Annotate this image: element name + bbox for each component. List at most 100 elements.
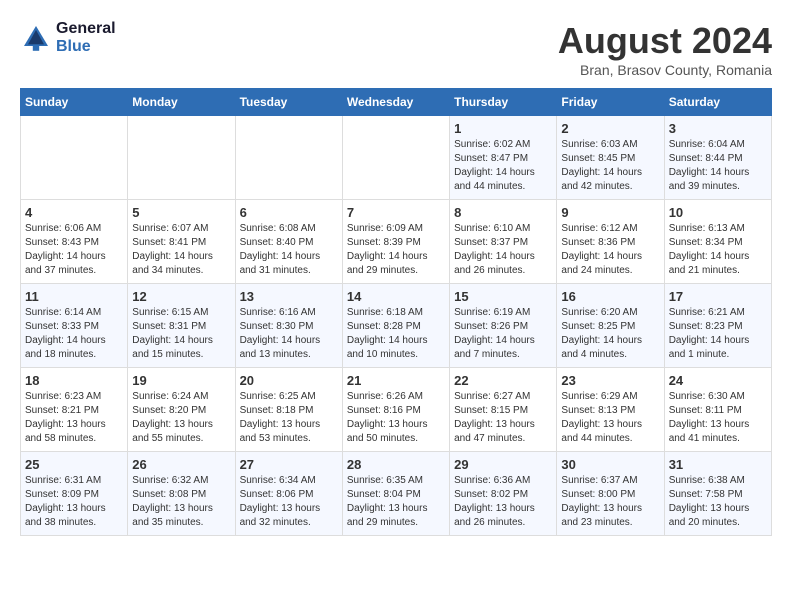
cell-content: Sunrise: 6:18 AM Sunset: 8:28 PM Dayligh… bbox=[347, 306, 445, 362]
cell-content: Sunrise: 6:14 AM Sunset: 8:33 PM Dayligh… bbox=[25, 306, 123, 362]
cell-content: Sunrise: 6:25 AM Sunset: 8:18 PM Dayligh… bbox=[240, 390, 338, 446]
day-number: 9 bbox=[561, 205, 659, 220]
calendar-cell-0-3 bbox=[342, 116, 449, 200]
day-number: 17 bbox=[669, 289, 767, 304]
calendar-cell-3-3: 21 Sunrise: 6:26 AM Sunset: 8:16 PM Dayli… bbox=[342, 368, 449, 452]
calendar-cell-4-1: 26 Sunrise: 6:32 AM Sunset: 8:08 PM Dayli… bbox=[128, 452, 235, 536]
week-row-1: 1 Sunrise: 6:02 AM Sunset: 8:47 PM Daylig… bbox=[21, 116, 772, 200]
calendar-cell-4-2: 27 Sunrise: 6:34 AM Sunset: 8:06 PM Dayli… bbox=[235, 452, 342, 536]
cell-content: Sunrise: 6:31 AM Sunset: 8:09 PM Dayligh… bbox=[25, 474, 123, 530]
logo: General Blue bbox=[20, 20, 116, 55]
day-number: 26 bbox=[132, 457, 230, 472]
calendar-cell-1-0: 4 Sunrise: 6:06 AM Sunset: 8:43 PM Daylig… bbox=[21, 200, 128, 284]
calendar-cell-2-3: 14Sunrise: 6:18 AM Sunset: 8:28 PM Dayli… bbox=[342, 284, 449, 368]
calendar-cell-2-1: 12Sunrise: 6:15 AM Sunset: 8:31 PM Dayli… bbox=[128, 284, 235, 368]
calendar-cell-3-2: 20Sunrise: 6:25 AM Sunset: 8:18 PM Dayli… bbox=[235, 368, 342, 452]
day-number: 7 bbox=[347, 205, 445, 220]
day-number: 28 bbox=[347, 457, 445, 472]
cell-content: Sunrise: 6:10 AM Sunset: 8:37 PM Dayligh… bbox=[454, 222, 552, 278]
day-number: 10 bbox=[669, 205, 767, 220]
calendar-cell-2-4: 15Sunrise: 6:19 AM Sunset: 8:26 PM Dayli… bbox=[450, 284, 557, 368]
cell-content: Sunrise: 6:08 AM Sunset: 8:40 PM Dayligh… bbox=[240, 222, 338, 278]
cell-content: Sunrise: 6:24 AM Sunset: 8:20 PM Dayligh… bbox=[132, 390, 230, 446]
day-number: 22 bbox=[454, 373, 552, 388]
header-row: Sunday Monday Tuesday Wednesday Thursday… bbox=[21, 89, 772, 116]
day-number: 3 bbox=[669, 121, 767, 136]
cell-content: Sunrise: 6:09 AM Sunset: 8:39 PM Dayligh… bbox=[347, 222, 445, 278]
calendar-cell-4-0: 25 Sunrise: 6:31 AM Sunset: 8:09 PM Dayli… bbox=[21, 452, 128, 536]
calendar-cell-0-0 bbox=[21, 116, 128, 200]
cell-content: Sunrise: 6:04 AM Sunset: 8:44 PM Dayligh… bbox=[669, 138, 767, 194]
calendar-cell-0-6: 3 Sunrise: 6:04 AM Sunset: 8:44 PM Daylig… bbox=[664, 116, 771, 200]
cell-content: Sunrise: 6:35 AM Sunset: 8:04 PM Dayligh… bbox=[347, 474, 445, 530]
header-wednesday: Wednesday bbox=[342, 89, 449, 116]
header-sunday: Sunday bbox=[21, 89, 128, 116]
cell-content: Sunrise: 6:34 AM Sunset: 8:06 PM Dayligh… bbox=[240, 474, 338, 530]
cell-content: Sunrise: 6:13 AM Sunset: 8:34 PM Dayligh… bbox=[669, 222, 767, 278]
calendar-cell-4-4: 29Sunrise: 6:36 AM Sunset: 8:02 PM Dayli… bbox=[450, 452, 557, 536]
cell-content: Sunrise: 6:29 AM Sunset: 8:13 PM Dayligh… bbox=[561, 390, 659, 446]
cell-content: Sunrise: 6:27 AM Sunset: 8:15 PM Dayligh… bbox=[454, 390, 552, 446]
cell-content: Sunrise: 6:16 AM Sunset: 8:30 PM Dayligh… bbox=[240, 306, 338, 362]
calendar-cell-4-5: 30Sunrise: 6:37 AM Sunset: 8:00 PM Dayli… bbox=[557, 452, 664, 536]
cell-content: Sunrise: 6:07 AM Sunset: 8:41 PM Dayligh… bbox=[132, 222, 230, 278]
logo-blue: Blue bbox=[56, 38, 116, 56]
calendar-cell-1-2: 6 Sunrise: 6:08 AM Sunset: 8:40 PM Daylig… bbox=[235, 200, 342, 284]
cell-content: Sunrise: 6:26 AM Sunset: 8:16 PM Dayligh… bbox=[347, 390, 445, 446]
week-row-2: 4 Sunrise: 6:06 AM Sunset: 8:43 PM Daylig… bbox=[21, 200, 772, 284]
cell-content: Sunrise: 6:02 AM Sunset: 8:47 PM Dayligh… bbox=[454, 138, 552, 194]
day-number: 31 bbox=[669, 457, 767, 472]
day-number: 27 bbox=[240, 457, 338, 472]
cell-content: Sunrise: 6:12 AM Sunset: 8:36 PM Dayligh… bbox=[561, 222, 659, 278]
cell-content: Sunrise: 6:19 AM Sunset: 8:26 PM Dayligh… bbox=[454, 306, 552, 362]
calendar-cell-3-1: 19 Sunrise: 6:24 AM Sunset: 8:20 PM Dayli… bbox=[128, 368, 235, 452]
day-number: 25 bbox=[25, 457, 123, 472]
day-number: 24 bbox=[669, 373, 767, 388]
page-header: General Blue August 2024 Bran, Brasov Co… bbox=[20, 20, 772, 78]
day-number: 6 bbox=[240, 205, 338, 220]
day-number: 8 bbox=[454, 205, 552, 220]
day-number: 4 bbox=[25, 205, 123, 220]
cell-content: Sunrise: 6:03 AM Sunset: 8:45 PM Dayligh… bbox=[561, 138, 659, 194]
calendar-cell-1-1: 5Sunrise: 6:07 AM Sunset: 8:41 PM Daylig… bbox=[128, 200, 235, 284]
day-number: 16 bbox=[561, 289, 659, 304]
logo-icon bbox=[20, 22, 52, 54]
calendar-cell-2-6: 17Sunrise: 6:21 AM Sunset: 8:23 PM Dayli… bbox=[664, 284, 771, 368]
calendar-cell-0-2 bbox=[235, 116, 342, 200]
location-subtitle: Bran, Brasov County, Romania bbox=[558, 62, 772, 78]
day-number: 21 bbox=[347, 373, 445, 388]
cell-content: Sunrise: 6:20 AM Sunset: 8:25 PM Dayligh… bbox=[561, 306, 659, 362]
header-tuesday: Tuesday bbox=[235, 89, 342, 116]
title-section: August 2024 Bran, Brasov County, Romania bbox=[558, 20, 772, 78]
day-number: 18 bbox=[25, 373, 123, 388]
week-row-4: 18 Sunrise: 6:23 AM Sunset: 8:21 PM Dayli… bbox=[21, 368, 772, 452]
calendar-cell-1-5: 9 Sunrise: 6:12 AM Sunset: 8:36 PM Daylig… bbox=[557, 200, 664, 284]
header-friday: Friday bbox=[557, 89, 664, 116]
calendar-cell-0-5: 2Sunrise: 6:03 AM Sunset: 8:45 PM Daylig… bbox=[557, 116, 664, 200]
day-number: 19 bbox=[132, 373, 230, 388]
month-year-title: August 2024 bbox=[558, 20, 772, 62]
calendar-cell-3-5: 23Sunrise: 6:29 AM Sunset: 8:13 PM Dayli… bbox=[557, 368, 664, 452]
calendar-cell-3-0: 18 Sunrise: 6:23 AM Sunset: 8:21 PM Dayli… bbox=[21, 368, 128, 452]
cell-content: Sunrise: 6:38 AM Sunset: 7:58 PM Dayligh… bbox=[669, 474, 767, 530]
calendar-header: Sunday Monday Tuesday Wednesday Thursday… bbox=[21, 89, 772, 116]
header-saturday: Saturday bbox=[664, 89, 771, 116]
cell-content: Sunrise: 6:23 AM Sunset: 8:21 PM Dayligh… bbox=[25, 390, 123, 446]
day-number: 11 bbox=[25, 289, 123, 304]
cell-content: Sunrise: 6:32 AM Sunset: 8:08 PM Dayligh… bbox=[132, 474, 230, 530]
calendar-cell-3-4: 22 Sunrise: 6:27 AM Sunset: 8:15 PM Dayli… bbox=[450, 368, 557, 452]
calendar-body: 1 Sunrise: 6:02 AM Sunset: 8:47 PM Daylig… bbox=[21, 116, 772, 536]
day-number: 29 bbox=[454, 457, 552, 472]
cell-content: Sunrise: 6:37 AM Sunset: 8:00 PM Dayligh… bbox=[561, 474, 659, 530]
logo-text: General Blue bbox=[56, 20, 116, 55]
calendar-table: Sunday Monday Tuesday Wednesday Thursday… bbox=[20, 88, 772, 536]
calendar-cell-4-6: 31 Sunrise: 6:38 AM Sunset: 7:58 PM Dayli… bbox=[664, 452, 771, 536]
header-monday: Monday bbox=[128, 89, 235, 116]
cell-content: Sunrise: 6:06 AM Sunset: 8:43 PM Dayligh… bbox=[25, 222, 123, 278]
header-thursday: Thursday bbox=[450, 89, 557, 116]
week-row-3: 11 Sunrise: 6:14 AM Sunset: 8:33 PM Dayli… bbox=[21, 284, 772, 368]
calendar-cell-3-6: 24Sunrise: 6:30 AM Sunset: 8:11 PM Dayli… bbox=[664, 368, 771, 452]
day-number: 1 bbox=[454, 121, 552, 136]
calendar-cell-2-0: 11 Sunrise: 6:14 AM Sunset: 8:33 PM Dayli… bbox=[21, 284, 128, 368]
week-row-5: 25 Sunrise: 6:31 AM Sunset: 8:09 PM Dayli… bbox=[21, 452, 772, 536]
